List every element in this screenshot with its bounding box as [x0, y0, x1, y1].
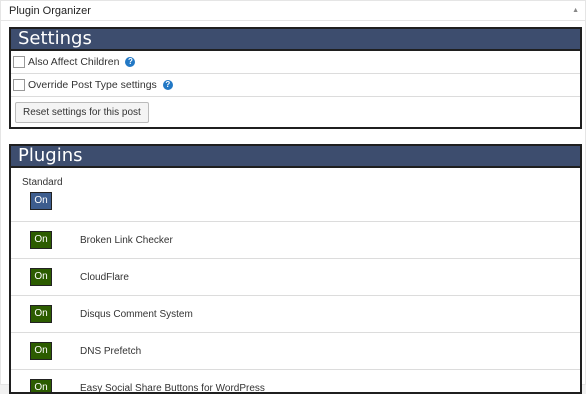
override-post-type-checkbox[interactable] [13, 79, 25, 91]
plugin-on-toggle[interactable]: On [30, 305, 52, 323]
standard-on-toggle[interactable]: On [30, 192, 52, 210]
plugin-on-toggle[interactable]: On [30, 231, 52, 249]
plugin-row: On Disqus Comment System [11, 296, 580, 333]
setting-row-override-post-type: Override Post Type settings ? [11, 74, 580, 97]
plugins-heading: Plugins [11, 146, 580, 168]
plugin-row: On Easy Social Share Buttons for WordPre… [11, 370, 580, 394]
metabox-header: Plugin Organizer ▲ [1, 1, 585, 21]
plugin-row: On DNS Prefetch [11, 333, 580, 370]
plugin-row: On CloudFlare [11, 259, 580, 296]
metabox-title: Plugin Organizer [9, 4, 91, 17]
plugin-organizer-metabox: Plugin Organizer ▲ Settings Also Affect … [0, 0, 586, 394]
plugin-on-toggle[interactable]: On [30, 268, 52, 286]
setting-row-also-affect-children: Also Affect Children ? [11, 51, 580, 74]
plugin-name: Easy Social Share Buttons for WordPress [80, 382, 265, 394]
settings-heading: Settings [11, 29, 580, 51]
also-affect-children-checkbox[interactable] [13, 56, 25, 68]
collapse-arrow-icon[interactable]: ▲ [572, 7, 579, 14]
plugin-row: On Broken Link Checker [11, 222, 580, 259]
help-icon[interactable]: ? [125, 57, 136, 67]
plugin-name: Broken Link Checker [80, 234, 173, 246]
plugin-name: Disqus Comment System [80, 308, 193, 320]
standard-row: Standard On [11, 168, 580, 222]
standard-label: Standard [22, 177, 63, 188]
plugin-on-toggle[interactable]: On [30, 379, 52, 392]
setting-label: Also Affect Children [28, 56, 120, 68]
plugins-panel: Plugins Standard On On Broken Link Check… [9, 144, 582, 394]
plugin-on-toggle[interactable]: On [30, 342, 52, 360]
settings-panel: Settings Also Affect Children ? Override… [9, 27, 582, 129]
plugin-name: CloudFlare [80, 271, 129, 283]
reset-settings-button[interactable]: Reset settings for this post [15, 101, 149, 123]
plugin-name: DNS Prefetch [80, 345, 142, 357]
setting-label: Override Post Type settings [28, 79, 157, 91]
help-icon[interactable]: ? [162, 80, 173, 90]
reset-row: Reset settings for this post [11, 97, 580, 127]
